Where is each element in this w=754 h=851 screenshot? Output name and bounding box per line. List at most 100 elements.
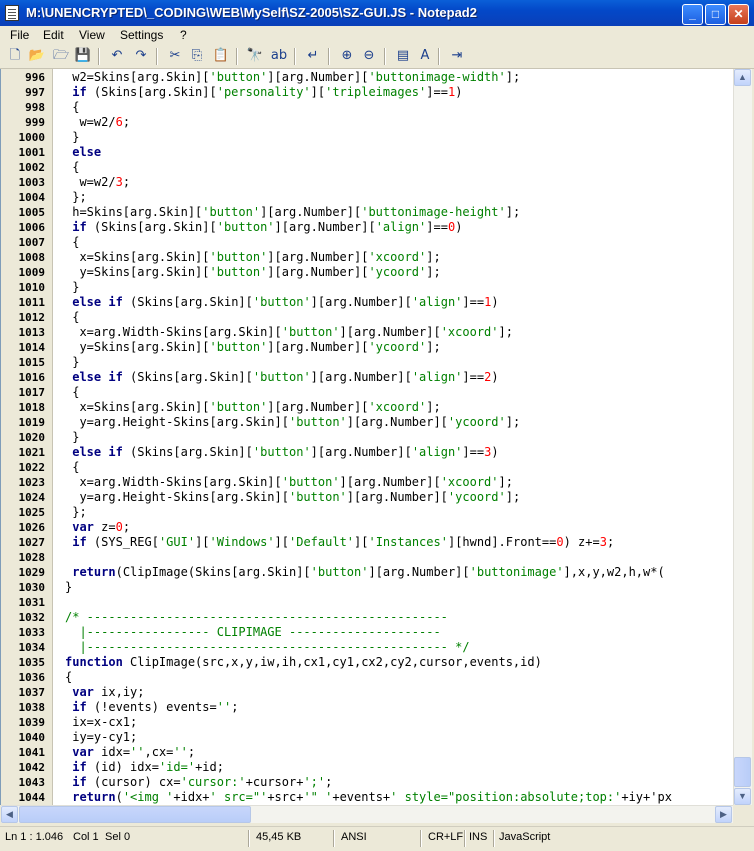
- code-line[interactable]: 1041 var idx='',cx='';: [1, 745, 733, 760]
- code-line[interactable]: 1038 if (!events) events='';: [1, 700, 733, 715]
- code-text[interactable]: x=Skins[arg.Skin]['button'][arg.Number][…: [65, 250, 440, 265]
- code-line[interactable]: 1023 x=arg.Width-Skins[arg.Skin]['button…: [1, 475, 733, 490]
- code-text[interactable]: if (Skins[arg.Skin]['button'][arg.Number…: [65, 220, 462, 235]
- menu-help[interactable]: ?: [180, 28, 187, 42]
- code-text[interactable]: h=Skins[arg.Skin]['button'][arg.Number][…: [65, 205, 520, 220]
- code-text[interactable]: {: [65, 160, 79, 175]
- code-line[interactable]: 1042 if (id) idx='id='+id;: [1, 760, 733, 775]
- code-line[interactable]: 1043 if (cursor) cx='cursor:'+cursor+';'…: [1, 775, 733, 790]
- code-line[interactable]: 1024 y=arg.Height-Skins[arg.Skin]['butto…: [1, 490, 733, 505]
- maximize-button[interactable]: □: [705, 4, 726, 25]
- code-text[interactable]: else: [65, 145, 101, 160]
- code-text[interactable]: if (cursor) cx='cursor:'+cursor+';';: [65, 775, 332, 790]
- code-line[interactable]: 1025 };: [1, 505, 733, 520]
- code-line[interactable]: 1017 {: [1, 385, 733, 400]
- status-insert-mode[interactable]: INS: [469, 831, 487, 843]
- code-text[interactable]: return('<img '+idx+' src="'+src+'" '+eve…: [65, 790, 672, 805]
- code-editor[interactable]: 996 w2=Skins[arg.Skin]['button'][arg.Num…: [0, 69, 733, 805]
- zoom-in-icon[interactable]: ⊕: [338, 47, 356, 65]
- code-text[interactable]: ix=x-cx1;: [65, 715, 137, 730]
- code-text[interactable]: {: [65, 385, 79, 400]
- code-text[interactable]: if (Skins[arg.Skin]['personality']['trip…: [65, 85, 462, 100]
- code-line[interactable]: 1033 |----------------- CLIPIMAGE ------…: [1, 625, 733, 640]
- menu-view[interactable]: View: [79, 28, 105, 42]
- code-text[interactable]: x=arg.Width-Skins[arg.Skin]['button'][ar…: [65, 475, 513, 490]
- font-icon[interactable]: A: [416, 47, 434, 65]
- code-text[interactable]: {: [65, 235, 79, 250]
- code-line[interactable]: 1035 function ClipImage(src,x,y,iw,ih,cx1…: [1, 655, 733, 670]
- zoom-out-icon[interactable]: ⊖: [360, 47, 378, 65]
- code-line[interactable]: 1012 {: [1, 310, 733, 325]
- code-text[interactable]: }: [65, 430, 79, 445]
- code-text[interactable]: |----------------- CLIPIMAGE -----------…: [65, 625, 440, 640]
- code-text[interactable]: }: [65, 280, 79, 295]
- title-bar[interactable]: M:\UNENCRYPTED\_CODING\WEB\MySelf\SZ-200…: [0, 0, 754, 26]
- vertical-scrollbar[interactable]: ▲ ▼: [733, 69, 752, 805]
- code-text[interactable]: /* -------------------------------------…: [65, 610, 448, 625]
- code-line[interactable]: 1022 {: [1, 460, 733, 475]
- code-text[interactable]: {: [65, 460, 79, 475]
- code-text[interactable]: else if (Skins[arg.Skin]['button'][arg.N…: [65, 445, 498, 460]
- menu-file[interactable]: File: [10, 28, 29, 42]
- code-line[interactable]: 1031: [1, 595, 733, 610]
- status-lexer[interactable]: JavaScript: [499, 831, 550, 843]
- code-text[interactable]: }: [65, 355, 79, 370]
- status-line-endings[interactable]: CR+LF: [428, 831, 463, 843]
- scroll-up-arrow-icon[interactable]: ▲: [734, 69, 751, 86]
- paste-icon[interactable]: 📋: [212, 47, 230, 65]
- code-text[interactable]: function ClipImage(src,x,y,iw,ih,cx1,cy1…: [65, 655, 542, 670]
- word-wrap-icon[interactable]: ↵: [304, 47, 322, 65]
- code-line[interactable]: 1044 return('<img '+idx+' src="'+src+'" …: [1, 790, 733, 805]
- code-line[interactable]: 1007 {: [1, 235, 733, 250]
- code-text[interactable]: x=arg.Width-Skins[arg.Skin]['button'][ar…: [65, 325, 513, 340]
- code-line[interactable]: 1004 };: [1, 190, 733, 205]
- code-line[interactable]: 998 {: [1, 100, 733, 115]
- code-line[interactable]: 997 if (Skins[arg.Skin]['personality']['…: [1, 85, 733, 100]
- code-text[interactable]: if (id) idx='id='+id;: [65, 760, 224, 775]
- code-line[interactable]: 1037 var ix,iy;: [1, 685, 733, 700]
- code-text[interactable]: [65, 550, 72, 565]
- code-line[interactable]: 1015 }: [1, 355, 733, 370]
- code-text[interactable]: else if (Skins[arg.Skin]['button'][arg.N…: [65, 370, 498, 385]
- code-text[interactable]: }: [65, 580, 72, 595]
- code-text[interactable]: }: [65, 130, 79, 145]
- code-text[interactable]: };: [65, 505, 86, 520]
- code-text[interactable]: {: [65, 100, 79, 115]
- code-line[interactable]: 1016 else if (Skins[arg.Skin]['button'][…: [1, 370, 733, 385]
- copy-icon[interactable]: ⎘: [188, 47, 206, 65]
- code-text[interactable]: var idx='',cx='';: [65, 745, 195, 760]
- notepad-app-icon[interactable]: [5, 5, 19, 21]
- code-line[interactable]: 1011 else if (Skins[arg.Skin]['button'][…: [1, 295, 733, 310]
- code-line[interactable]: 1010 }: [1, 280, 733, 295]
- code-line[interactable]: 1014 y=Skins[arg.Skin]['button'][arg.Num…: [1, 340, 733, 355]
- code-text[interactable]: y=Skins[arg.Skin]['button'][arg.Number][…: [65, 340, 440, 355]
- code-line[interactable]: 1026 var z=0;: [1, 520, 733, 535]
- open-folder-icon[interactable]: 📂: [28, 47, 46, 65]
- code-line[interactable]: 1003 w=w2/3;: [1, 175, 733, 190]
- code-text[interactable]: var z=0;: [65, 520, 130, 535]
- cut-icon[interactable]: ✂: [166, 47, 184, 65]
- code-text[interactable]: y=Skins[arg.Skin]['button'][arg.Number][…: [65, 265, 440, 280]
- code-line[interactable]: 1002 {: [1, 160, 733, 175]
- exit-icon[interactable]: ⇥: [448, 47, 466, 65]
- code-text[interactable]: w=w2/6;: [65, 115, 130, 130]
- code-text[interactable]: w2=Skins[arg.Skin]['button'][arg.Number]…: [65, 70, 520, 85]
- horizontal-scrollbar[interactable]: ◀ ▶: [1, 805, 733, 823]
- code-line[interactable]: 999 w=w2/6;: [1, 115, 733, 130]
- redo-icon[interactable]: ↷: [132, 47, 150, 65]
- code-text[interactable]: |---------------------------------------…: [65, 640, 469, 655]
- code-text[interactable]: y=arg.Height-Skins[arg.Skin]['button'][a…: [65, 415, 520, 430]
- code-line[interactable]: 1039 ix=x-cx1;: [1, 715, 733, 730]
- scroll-left-arrow-icon[interactable]: ◀: [1, 806, 18, 823]
- code-line[interactable]: 1005 h=Skins[arg.Skin]['button'][arg.Num…: [1, 205, 733, 220]
- code-text[interactable]: return(ClipImage(Skins[arg.Skin]['button…: [65, 565, 664, 580]
- code-text[interactable]: var ix,iy;: [65, 685, 144, 700]
- code-text[interactable]: else if (Skins[arg.Skin]['button'][arg.N…: [65, 295, 498, 310]
- browse-icon[interactable]: 🗁: [52, 47, 70, 65]
- code-line[interactable]: 1009 y=Skins[arg.Skin]['button'][arg.Num…: [1, 265, 733, 280]
- replace-icon[interactable]: ab: [270, 47, 288, 65]
- code-line[interactable]: 1034 |----------------------------------…: [1, 640, 733, 655]
- vertical-scroll-thumb[interactable]: [734, 757, 751, 787]
- code-line[interactable]: 1020 }: [1, 430, 733, 445]
- close-button[interactable]: ✕: [728, 4, 749, 25]
